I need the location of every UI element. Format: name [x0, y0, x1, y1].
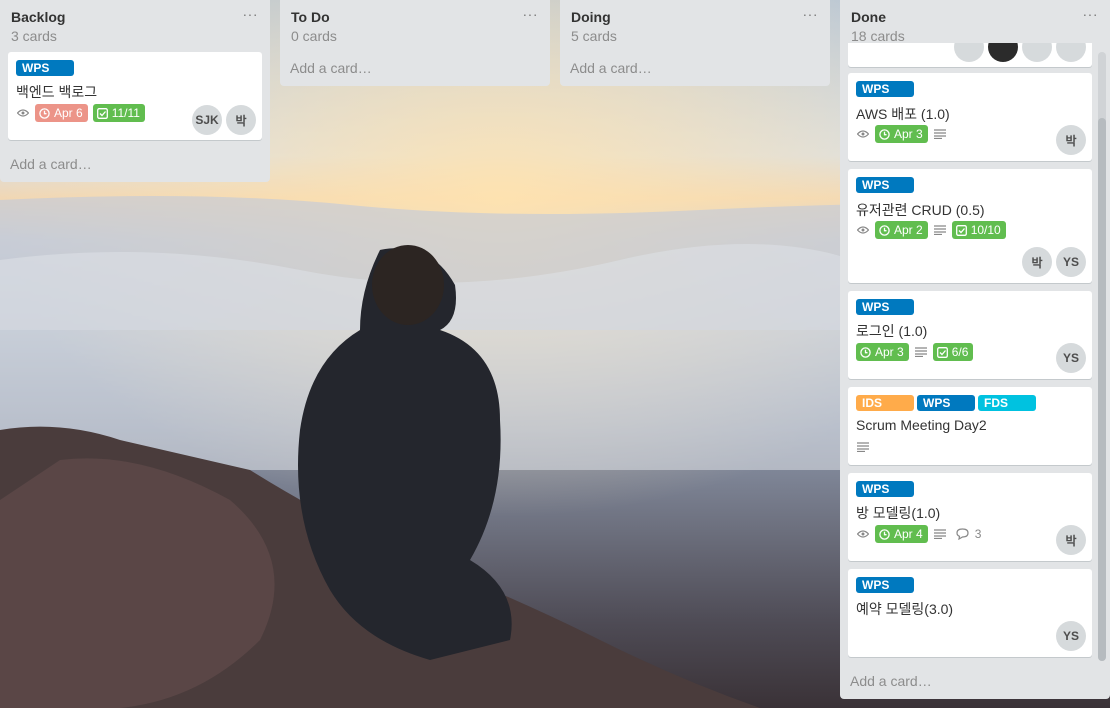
list-card-count: 5 cards [571, 28, 617, 44]
add-card-button[interactable]: Add a card… [280, 52, 382, 85]
avatar[interactable]: YS [1056, 247, 1086, 277]
list-menu-icon[interactable]: ··· [243, 6, 259, 22]
checklist-icon [96, 107, 108, 119]
eye-icon [856, 527, 870, 541]
due-date: Apr 3 [875, 345, 904, 359]
card-title: 로그인 (1.0) [856, 323, 928, 339]
avatar[interactable]: 박 [1056, 125, 1086, 155]
list-done: Done 18 cards ··· WPS AWS 배포 (1.0) Apr 3… [840, 0, 1110, 699]
card[interactable]: WPS 유저관련 CRUD (0.5) Apr 2 10/10 박 YS [848, 169, 1092, 283]
card[interactable]: WPS 방 모델링(1.0) Apr 4 3 박 [848, 473, 1092, 561]
checklist-badge: 6/6 [932, 343, 974, 361]
description-icon [933, 527, 947, 541]
card-label: FDS [978, 395, 1036, 411]
list-header: Done 18 cards ··· [840, 0, 1110, 44]
description-icon [856, 440, 870, 454]
list-scrollbar[interactable] [1098, 52, 1106, 661]
card-label: WPS [856, 81, 914, 97]
due-date: Apr 3 [894, 127, 923, 141]
card-title: 유저관련 CRUD (0.5) [856, 202, 985, 218]
list-header: Backlog 3 cards ··· [0, 0, 270, 44]
due-date-badge: Apr 3 [856, 343, 909, 361]
avatar[interactable]: SJK [192, 105, 222, 135]
due-date-badge: Apr 6 [35, 104, 88, 122]
due-date: Apr 6 [54, 106, 83, 120]
checklist-icon [955, 224, 967, 236]
card-label: WPS [16, 60, 74, 76]
card[interactable]: WPS AWS 배포 (1.0) Apr 3 박 [848, 73, 1092, 161]
list-title[interactable]: To Do [291, 9, 540, 25]
card-title: AWS 배포 (1.0) [856, 106, 950, 122]
due-date: Apr 4 [894, 527, 923, 541]
card-label: WPS [856, 177, 914, 193]
due-date-badge: Apr 3 [875, 125, 928, 143]
card-label: WPS [856, 481, 914, 497]
card[interactable]: WPS 예약 모델링(3.0) YS [848, 569, 1092, 657]
card-label: IDS [856, 395, 914, 411]
avatar[interactable]: YS [1056, 621, 1086, 651]
due-date-badge: Apr 4 [875, 525, 928, 543]
list-title[interactable]: Doing [571, 9, 820, 25]
card-label: WPS [856, 577, 914, 593]
eye-icon [16, 106, 30, 120]
clock-icon [879, 128, 890, 140]
clock-icon [879, 224, 890, 236]
list-todo: To Do 0 cards ··· Add a card… [280, 0, 550, 86]
list-card-count: 3 cards [11, 28, 57, 44]
description-icon [914, 345, 928, 359]
avatar[interactable]: 박 [226, 105, 256, 135]
scroll-thumb[interactable] [1098, 118, 1106, 661]
list-card-count: 0 cards [291, 28, 337, 44]
eye-icon [856, 127, 870, 141]
card-title: Scrum Meeting Day2 [856, 417, 987, 433]
card-title: 백엔드 백로그 [16, 84, 98, 100]
due-date-badge: Apr 2 [875, 221, 928, 239]
checklist-badge: 10/10 [951, 221, 1006, 239]
due-date: Apr 2 [894, 223, 923, 237]
checklist-count: 6/6 [951, 345, 969, 359]
list-title[interactable]: Backlog [11, 9, 260, 25]
add-card-button[interactable]: Add a card… [560, 52, 662, 85]
comment-count: 3 [974, 527, 982, 541]
checklist-badge: 11/11 [92, 104, 145, 122]
avatar[interactable]: 박 [1056, 525, 1086, 555]
card-label: WPS [917, 395, 975, 411]
card-title: 방 모델링(1.0) [856, 505, 941, 521]
card-title: 예약 모델링(3.0) [856, 601, 954, 617]
list-doing: Doing 5 cards ··· Add a card… [560, 0, 830, 86]
card[interactable]: WPS 백엔드 백로그 Apr 6 11/11 SJK 박 [8, 52, 262, 140]
list-menu-icon[interactable]: ··· [1083, 6, 1099, 22]
list-menu-icon[interactable]: ··· [803, 6, 819, 22]
checklist-count: 10/10 [970, 223, 1001, 237]
description-icon [933, 127, 947, 141]
description-icon [933, 223, 947, 237]
add-card-button[interactable]: Add a card… [0, 148, 102, 181]
card[interactable]: WPS 로그인 (1.0) Apr 3 6/6 YS [848, 291, 1092, 379]
avatar[interactable]: 박 [1022, 247, 1052, 277]
clock-icon [39, 107, 50, 119]
list-header: Doing 5 cards ··· [560, 0, 830, 44]
clock-icon [879, 528, 890, 540]
add-card-button[interactable]: Add a card… [840, 665, 942, 698]
clock-icon [860, 346, 871, 358]
eye-icon [856, 223, 870, 237]
card-label: WPS [856, 299, 914, 315]
list-menu-icon[interactable]: ··· [523, 6, 539, 22]
list-card-count: 18 cards [851, 28, 905, 44]
checklist-icon [936, 346, 948, 358]
list-header: To Do 0 cards ··· [280, 0, 550, 44]
comment-icon [956, 527, 970, 541]
checklist-count: 11/11 [111, 106, 140, 120]
list-title[interactable]: Done [851, 9, 1100, 25]
list-backlog: Backlog 3 cards ··· WPS 백엔드 백로그 Apr 6 11… [0, 0, 270, 182]
card[interactable]: IDS WPS FDS Scrum Meeting Day2 [848, 387, 1092, 465]
avatar[interactable]: YS [1056, 343, 1086, 373]
